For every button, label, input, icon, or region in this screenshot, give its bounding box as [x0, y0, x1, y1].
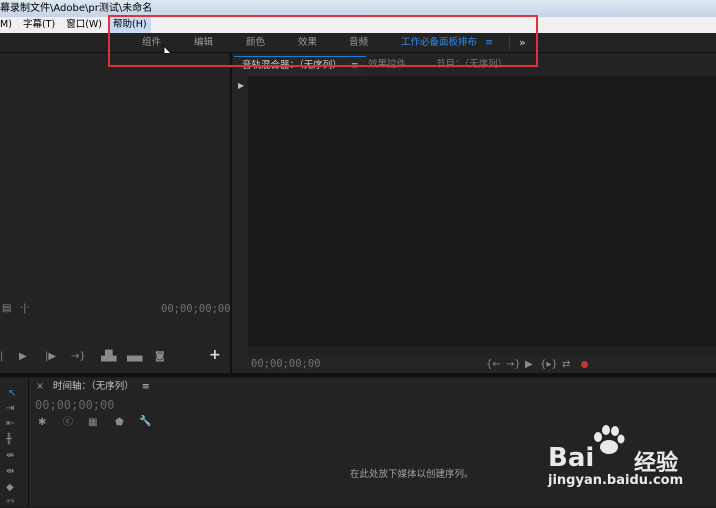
loop-icon[interactable]: ⇄	[562, 359, 570, 371]
menu-item-window[interactable]: 窗口(W)	[62, 17, 106, 33]
source-timecode: 00;00;00;00	[161, 303, 231, 315]
menu-item-window-partial[interactable]: M)	[0, 17, 16, 33]
workspace-bar: 组件 编辑 颜色 效果 音频 工作必备面板排布 ≡ »	[0, 33, 716, 53]
step-forward-icon[interactable]: |▶	[45, 351, 56, 363]
timeline-tab-label: 时间轴：（无序列）	[53, 381, 134, 392]
mixer-horizontal-scrollbar[interactable]	[248, 346, 716, 356]
timeline-drop-hint: 在此处放下媒体以创建序列。	[350, 469, 474, 480]
selection-tool-icon[interactable]: ↖	[8, 388, 16, 400]
tools-panel: ↖ ⇥ ⇤ ╫ ⇎ ⇹ ◆ ⇿	[0, 378, 29, 508]
program-timecode: 00;00;00;00	[251, 358, 321, 370]
ripple-edit-tool-icon[interactable]: ⇤	[6, 418, 14, 430]
timeline-tab[interactable]: × 时间轴：（无序列） ≡	[36, 380, 150, 394]
tab-program[interactable]: 节目：（无序列）	[436, 56, 507, 74]
go-to-out-icon[interactable]: →}	[71, 351, 86, 363]
menu-item-title[interactable]: 字幕(T)	[19, 17, 59, 33]
workspace-tab-color[interactable]: 颜色	[246, 33, 265, 52]
watermark-url: jingyan.baidu.com	[548, 473, 684, 488]
tab-audio-track-mixer-label: 音轨混合器：（无序列）	[242, 60, 342, 71]
export-frame-icon[interactable]: ◙	[155, 351, 165, 363]
tab-audio-track-mixer[interactable]: 音轨混合器：（无序列） ≡	[234, 56, 366, 75]
window-title: 幕录制文件\Adobe\pr测试\未命名	[0, 3, 153, 14]
mixer-side-gutter: ▶	[232, 74, 248, 356]
baidu-jingyan-watermark: Bai 经验 jingyan.baidu.com	[548, 425, 716, 495]
workspace-tab-effects[interactable]: 效果	[298, 33, 317, 52]
track-select-tool-icon[interactable]: ⇥	[6, 403, 14, 415]
window-title-bar: 幕录制文件\Adobe\pr测试\未命名	[0, 0, 716, 17]
menu-bar: M) 字幕(T) 窗口(W) 帮助(H)	[0, 17, 716, 33]
timeline-tab-menu-icon[interactable]: ≡	[142, 381, 150, 392]
workspace-tab-custom[interactable]: 工作必备面板排布	[401, 33, 477, 52]
menu-item-help[interactable]: 帮助(H)	[109, 17, 151, 33]
paw-logo-icon	[594, 425, 625, 454]
workspace-divider	[509, 35, 510, 50]
slip-tool-icon[interactable]: ◆	[6, 482, 14, 494]
slide-tool-icon[interactable]: ⇿	[6, 496, 14, 508]
insert-icon[interactable]: ▟▙	[101, 351, 116, 363]
go-to-out-icon[interactable]: →}	[506, 359, 521, 371]
right-panel-tab-bar: 音轨混合器：（无序列） ≡ 效果控件 节目：（无序列）	[232, 56, 716, 75]
close-tab-icon[interactable]: ×	[36, 381, 44, 392]
source-monitor-panel: ▤ ·|· 00;00;00;00 | ▶ |▶ →} ▟▙ ▄▄ ◙ +	[0, 53, 231, 373]
mixer-content-area	[248, 76, 716, 346]
workspace-menu-icon[interactable]: ≡	[485, 33, 493, 52]
play-icon[interactable]: ▶	[19, 351, 27, 363]
safe-margins-icon[interactable]: ▤	[2, 303, 11, 315]
mark-out-icon[interactable]: |	[0, 351, 3, 363]
workspace-tab-editing[interactable]: 编辑	[194, 33, 213, 52]
go-to-in-icon[interactable]: {←	[486, 359, 501, 371]
wrench-icon[interactable]: 🔧	[139, 416, 151, 428]
watermark-brand: Bai	[548, 443, 595, 473]
overwrite-icon[interactable]: ▄▄	[127, 351, 142, 363]
tab-menu-icon[interactable]: ≡	[351, 60, 359, 71]
workspace-tab-assembly[interactable]: 组件	[142, 33, 161, 52]
rate-stretch-tool-icon[interactable]: ⇎	[6, 450, 14, 462]
snap-icon[interactable]: ✱	[38, 417, 46, 429]
play-icon[interactable]: ▶	[525, 359, 533, 371]
insert-marker-icon[interactable]: ·|·	[20, 303, 30, 315]
play-in-to-out-icon[interactable]: {▸}	[540, 359, 558, 371]
add-marker-icon[interactable]: ▦	[88, 417, 97, 429]
rolling-edit-tool-icon[interactable]: ╫	[6, 434, 12, 446]
linked-selection-icon[interactable]: ⓒ	[63, 417, 73, 429]
marker-icon[interactable]: ⬟	[115, 417, 124, 429]
record-icon[interactable]	[581, 361, 588, 368]
workspace-overflow-icon[interactable]: »	[519, 33, 526, 52]
tab-effect-controls[interactable]: 效果控件	[368, 56, 406, 74]
expand-arrow-icon[interactable]: ▶	[238, 80, 244, 92]
timeline-timecode: 00;00;00;00	[35, 398, 115, 412]
program-controls-bar: 00;00;00;00 {← →} ▶ {▸} ⇄	[232, 356, 716, 373]
workspace-tab-audio[interactable]: 音频	[349, 33, 368, 52]
panel-splitter[interactable]	[0, 373, 716, 377]
razor-tool-icon[interactable]: ⇹	[6, 466, 14, 478]
add-button-icon[interactable]: +	[209, 348, 221, 362]
